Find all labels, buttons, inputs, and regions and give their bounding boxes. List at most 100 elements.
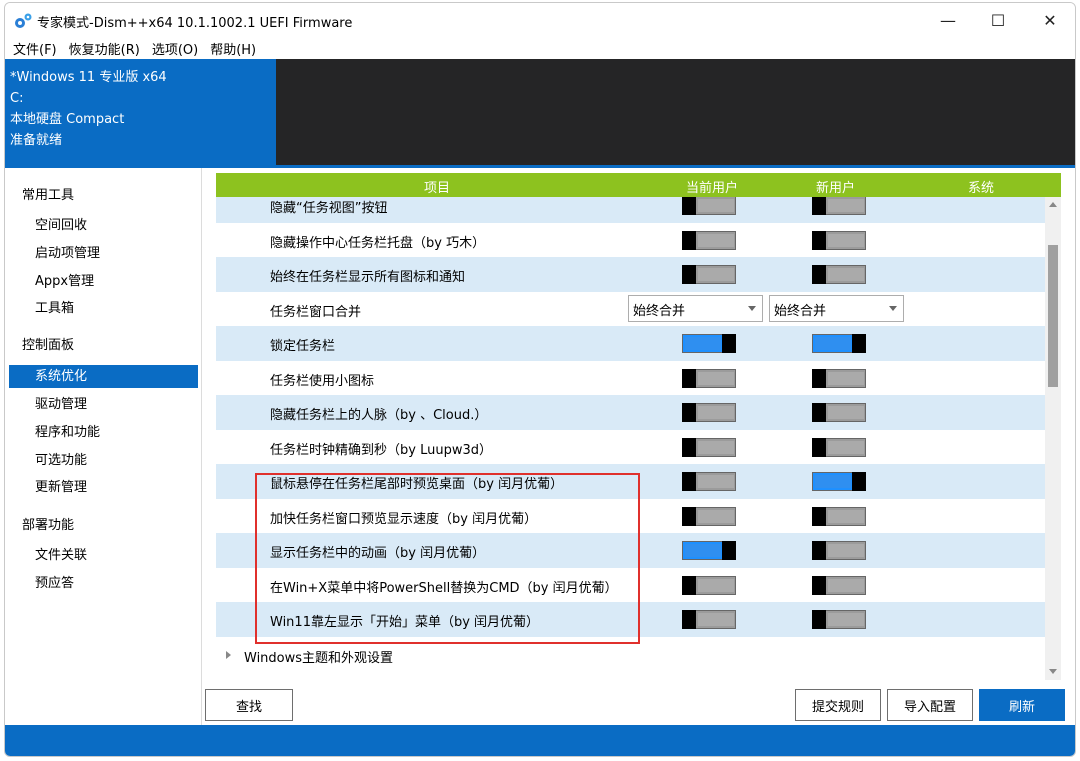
new-user-combo[interactable]: 始终合并: [769, 295, 904, 322]
new-user-toggle[interactable]: [812, 576, 866, 595]
table-row[interactable]: 加快任务栏窗口预览显示速度（by 闰月优葡）: [216, 499, 1045, 534]
row-label: 隐藏任务栏上的人脉（by 、Cloud.）: [270, 408, 488, 423]
current-user-combo[interactable]: 始终合并: [628, 295, 763, 322]
current-user-toggle[interactable]: [682, 231, 736, 250]
table-rows: 隐藏“任务视图”按钮 隐藏操作中心任务栏托盘（by 巧木） 始终在任务栏显示所有…: [216, 197, 1045, 680]
import-config-button[interactable]: 导入配置: [887, 689, 973, 721]
sidebar-item-toolbox[interactable]: 工具箱: [9, 297, 198, 320]
close-button[interactable]: ✕: [1025, 3, 1075, 37]
toggle-knob: [812, 507, 826, 526]
current-user-toggle[interactable]: [682, 610, 736, 629]
table-row[interactable]: 隐藏操作中心任务栏托盘（by 巧木）: [216, 223, 1045, 258]
new-user-toggle[interactable]: [812, 403, 866, 422]
scroll-down-icon[interactable]: [1049, 669, 1057, 674]
new-user-toggle[interactable]: [812, 265, 866, 284]
header-dark-area: [276, 59, 1075, 167]
row-label: 显示任务栏中的动画（by 闰月优葡）: [270, 546, 486, 561]
toggle-knob: [682, 438, 696, 457]
new-user-toggle[interactable]: [812, 507, 866, 526]
toggle-knob: [852, 472, 866, 491]
toggle-track: [815, 475, 851, 488]
sidebar-item-answer-file[interactable]: 预应答: [9, 572, 198, 595]
current-user-toggle[interactable]: [682, 507, 736, 526]
current-user-toggle[interactable]: [682, 369, 736, 388]
table-row[interactable]: 始终在任务栏显示所有图标和通知: [216, 257, 1045, 292]
new-user-toggle[interactable]: [812, 197, 866, 215]
group-row-windows-theme[interactable]: Windows主题和外观设置: [216, 641, 1045, 669]
toggle-knob: [682, 197, 696, 215]
row-label: 鼠标悬停在任务栏尾部时预览桌面（by 闰月优葡）: [270, 477, 564, 492]
menu-file[interactable]: 文件(F): [9, 39, 65, 58]
menu-options[interactable]: 选项(O): [148, 39, 206, 58]
combo-value: 始终合并: [633, 304, 686, 319]
toggle-track: [828, 613, 864, 626]
toggle-knob: [812, 197, 826, 215]
sidebar-item-optional-features[interactable]: 可选功能: [9, 449, 198, 472]
row-label: 在Win+X菜单中将PowerShell替换为CMD（by 闰月优葡）: [270, 581, 618, 596]
current-user-toggle[interactable]: [682, 265, 736, 284]
find-button[interactable]: 查找: [205, 689, 293, 721]
table-header: 项目 当前用户 新用户 系统: [216, 173, 1061, 197]
menu-help[interactable]: 帮助(H): [206, 39, 264, 58]
new-user-toggle[interactable]: [812, 334, 866, 353]
current-user-toggle[interactable]: [682, 576, 736, 595]
sidebar-item-updates[interactable]: 更新管理: [9, 476, 198, 499]
current-user-toggle[interactable]: [682, 472, 736, 491]
sidebar-item-system-optimize[interactable]: 系统优化: [9, 365, 198, 388]
sidebar-item-programs[interactable]: 程序和功能: [9, 421, 198, 444]
sidebar-item-drivers[interactable]: 驱动管理: [9, 393, 198, 416]
table-row[interactable]: 鼠标悬停在任务栏尾部时预览桌面（by 闰月优葡）: [216, 464, 1045, 499]
scroll-up-icon[interactable]: [1049, 202, 1057, 207]
image-info-panel[interactable]: *Windows 11 专业版 x64 C: 本地硬盘 Compact 准备就绪: [5, 59, 276, 167]
sidebar-item-startup[interactable]: 启动项管理: [9, 242, 198, 265]
table-row[interactable]: 在Win+X菜单中将PowerShell替换为CMD（by 闰月优葡）: [216, 568, 1045, 603]
sidebar-item-appx[interactable]: Appx管理: [9, 270, 198, 293]
row-label: 任务栏使用小图标: [270, 374, 375, 389]
current-user-toggle[interactable]: [682, 541, 736, 560]
table-row[interactable]: 锁定任务栏: [216, 326, 1045, 361]
refresh-button[interactable]: 刷新: [979, 689, 1065, 721]
toggle-track: [828, 372, 864, 385]
table-row[interactable]: 显示任务栏中的动画（by 闰月优葡）: [216, 533, 1045, 568]
current-user-toggle[interactable]: [682, 403, 736, 422]
chevron-right-icon[interactable]: [226, 651, 231, 659]
table-row[interactable]: 隐藏“任务视图”按钮: [216, 197, 1045, 223]
toggle-track: [698, 613, 734, 626]
current-user-toggle[interactable]: [682, 197, 736, 215]
toggle-track: [698, 579, 734, 592]
toggle-knob: [812, 438, 826, 457]
new-user-toggle[interactable]: [812, 610, 866, 629]
combo-value: 始终合并: [774, 304, 827, 319]
toggle-track: [828, 199, 864, 212]
table-row[interactable]: Win11靠左显示「开始」菜单（by 闰月优葡）: [216, 602, 1045, 637]
new-user-toggle[interactable]: [812, 541, 866, 560]
sidebar-item-space-recovery[interactable]: 空间回收: [9, 214, 198, 237]
image-drive: C:: [10, 91, 24, 106]
column-current-user: 当前用户: [686, 181, 739, 196]
new-user-toggle[interactable]: [812, 438, 866, 457]
table-row[interactable]: 任务栏窗口合并 始终合并 始终合并: [216, 292, 1045, 327]
new-user-toggle[interactable]: [812, 472, 866, 491]
new-user-toggle[interactable]: [812, 231, 866, 250]
scroll-thumb[interactable]: [1048, 245, 1058, 387]
sidebar-item-file-assoc[interactable]: 文件关联: [9, 544, 198, 567]
toggle-track: [828, 234, 864, 247]
vertical-scrollbar[interactable]: [1045, 197, 1061, 680]
row-label: 隐藏操作中心任务栏托盘（by 巧木）: [270, 236, 486, 251]
submit-rule-button[interactable]: 提交规则: [795, 689, 881, 721]
new-user-toggle[interactable]: [812, 369, 866, 388]
toggle-track: [698, 372, 734, 385]
toggle-track: [698, 510, 734, 523]
minimize-button[interactable]: —: [923, 3, 973, 37]
current-user-toggle[interactable]: [682, 438, 736, 457]
table-row[interactable]: 隐藏任务栏上的人脉（by 、Cloud.）: [216, 395, 1045, 430]
maximize-button[interactable]: ☐: [973, 3, 1023, 37]
current-user-toggle[interactable]: [682, 334, 736, 353]
toggle-track: [698, 475, 734, 488]
table-row[interactable]: 任务栏使用小图标: [216, 361, 1045, 396]
row-label: Win11靠左显示「开始」菜单（by 闰月优葡）: [270, 615, 540, 630]
toggle-track: [828, 441, 864, 454]
table-row[interactable]: 任务栏时钟精确到秒（by Luupw3d）: [216, 430, 1045, 465]
toggle-knob: [682, 265, 696, 284]
menu-recovery[interactable]: 恢复功能(R): [65, 39, 148, 58]
